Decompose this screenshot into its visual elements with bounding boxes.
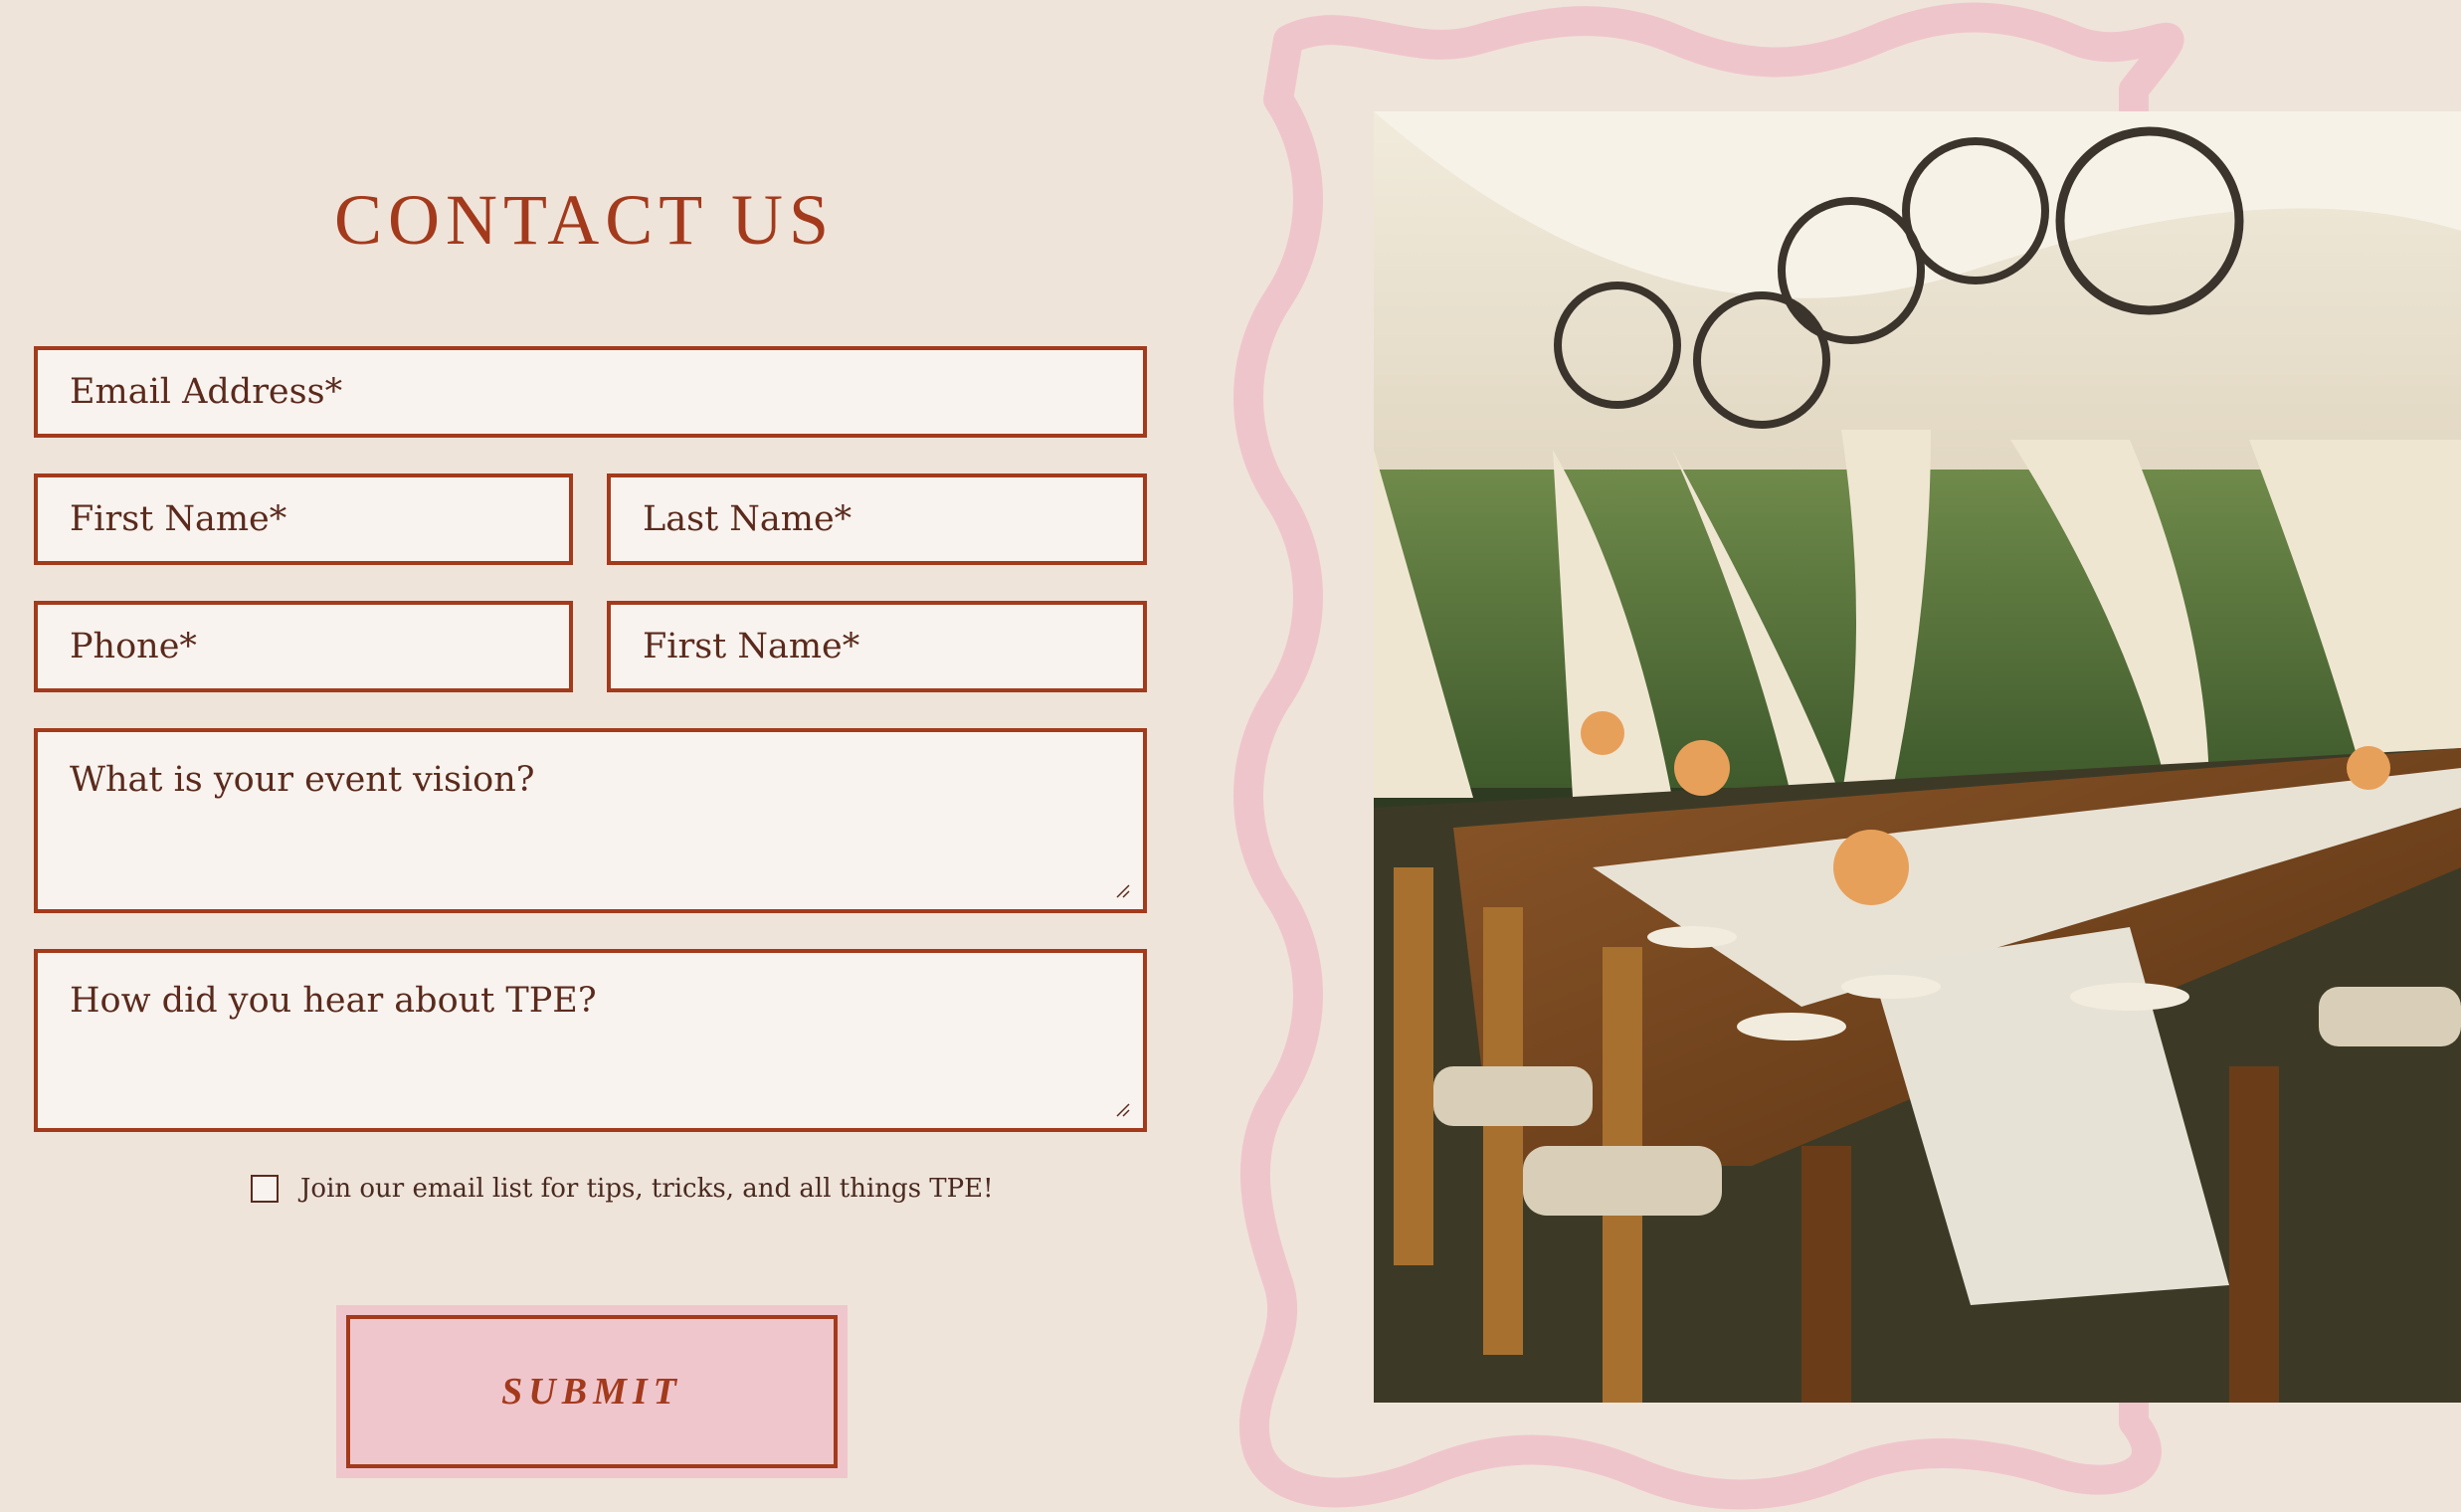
email-field[interactable]: Email Address*: [34, 346, 1147, 438]
hear-about-textarea[interactable]: How did you hear about TPE?: [34, 949, 1147, 1132]
second-first-name-field[interactable]: First Name*: [607, 601, 1147, 692]
event-photo: [1374, 111, 2461, 1403]
second-first-name-placeholder: First Name*: [643, 627, 860, 666]
first-name-placeholder: First Name*: [70, 499, 287, 539]
hear-about-placeholder: How did you hear about TPE?: [70, 981, 597, 1021]
email-placeholder: Email Address*: [70, 372, 343, 412]
newsletter-row: Join our email list for tips, tricks, an…: [251, 1174, 994, 1204]
newsletter-label: Join our email list for tips, tricks, an…: [300, 1174, 994, 1204]
newsletter-checkbox[interactable]: [251, 1175, 279, 1203]
resize-grip-icon[interactable]: [1115, 883, 1131, 899]
first-name-field[interactable]: First Name*: [34, 473, 573, 565]
event-vision-placeholder: What is your event vision?: [70, 760, 535, 800]
submit-button-shadow: SUBMIT: [336, 1305, 848, 1478]
submit-button[interactable]: SUBMIT: [346, 1315, 838, 1468]
page-title: CONTACT US: [334, 180, 835, 260]
resize-grip-icon[interactable]: [1115, 1102, 1131, 1118]
phone-field[interactable]: Phone*: [34, 601, 573, 692]
phone-placeholder: Phone*: [70, 627, 197, 666]
event-vision-textarea[interactable]: What is your event vision?: [34, 728, 1147, 913]
last-name-placeholder: Last Name*: [643, 499, 852, 539]
last-name-field[interactable]: Last Name*: [607, 473, 1147, 565]
